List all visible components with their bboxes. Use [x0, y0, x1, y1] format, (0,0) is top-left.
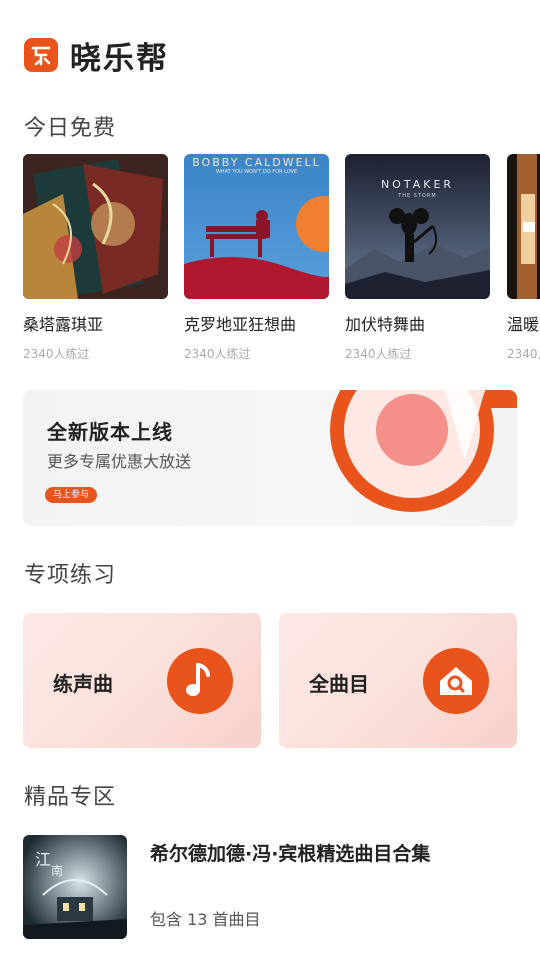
house-search-icon	[423, 648, 489, 714]
free-item-practice-count: 2340人练过	[345, 347, 412, 361]
bench-sunset-cover-icon: BOBBY CALDWELL WHAT YOU WON'T DO FOR LOV…	[184, 154, 329, 299]
free-item-title: 克罗地亚狂想曲	[184, 315, 297, 334]
banner-subtitle: 更多专属优惠大放送	[47, 452, 192, 471]
collection-title: 希尔德加德·冯·宾根精选曲目合集	[150, 843, 431, 865]
cover-text: NOTAKER	[380, 178, 455, 191]
svg-text:南: 南	[51, 863, 63, 878]
app-title: 晓乐帮	[70, 40, 169, 77]
collection-cover-icon: 江 南	[23, 835, 127, 939]
free-item-card[interactable]: 桑塔露琪亚 2340人练过	[23, 154, 168, 362]
practice-label: 练声曲	[53, 672, 113, 696]
free-today-carousel[interactable]: 桑塔露琪亚 2340人练过 BOBBY CALDWELL WHAT YOU WO…	[23, 154, 540, 364]
light-cover-icon	[507, 154, 540, 299]
book-cover-icon	[23, 154, 168, 299]
section-title-free-today: 今日免费	[24, 116, 117, 141]
app-logo-icon	[24, 38, 58, 72]
collection-track-count: 包含 13 首曲目	[150, 910, 261, 929]
free-item-title: 桑塔露琪亚	[23, 315, 104, 334]
free-item-card[interactable]: NOTAKER THE STORM 加伏特舞曲 2340人练过	[345, 154, 490, 362]
section-title-premium-zone: 精品专区	[24, 785, 117, 810]
music-note-icon	[167, 648, 233, 714]
practice-label: 全曲目	[309, 672, 369, 696]
app-header: 晓乐帮	[24, 36, 169, 77]
cover-subtext: WHAT YOU WON'T DO FOR LOVE	[215, 169, 298, 175]
notaker-cover-icon: NOTAKER THE STORM	[345, 154, 490, 299]
cover-text: BOBBY CALDWELL	[192, 156, 321, 169]
record-icon	[330, 390, 517, 512]
free-item-title: 温暖	[507, 315, 540, 334]
promo-banner[interactable]: 全新版本上线 更多专属优惠大放送 马上参与	[23, 390, 517, 526]
free-item-card[interactable]: BOBBY CALDWELL WHAT YOU WON'T DO FOR LOV…	[184, 154, 329, 362]
section-title-special-practice: 专项练习	[24, 563, 117, 588]
all-songs-card[interactable]: 全曲目	[279, 613, 517, 748]
join-now-button[interactable]: 马上参与	[45, 487, 98, 503]
svg-text:江: 江	[35, 850, 51, 869]
cover-subtext: THE STORM	[398, 193, 437, 199]
free-item-card[interactable]: 温暖 2340人练过	[507, 154, 540, 362]
premium-collection-item[interactable]: 江 南 希尔德加德·冯·宾根精选曲目合集 包含 13 首曲目	[23, 835, 517, 939]
free-item-practice-count: 2340人练过	[23, 347, 90, 361]
free-item-title: 加伏特舞曲	[345, 315, 426, 334]
vocal-exercise-card[interactable]: 练声曲	[23, 613, 261, 748]
free-item-practice-count: 2340人练过	[507, 347, 540, 361]
banner-title: 全新版本上线	[47, 420, 173, 444]
free-item-practice-count: 2340人练过	[184, 347, 251, 361]
